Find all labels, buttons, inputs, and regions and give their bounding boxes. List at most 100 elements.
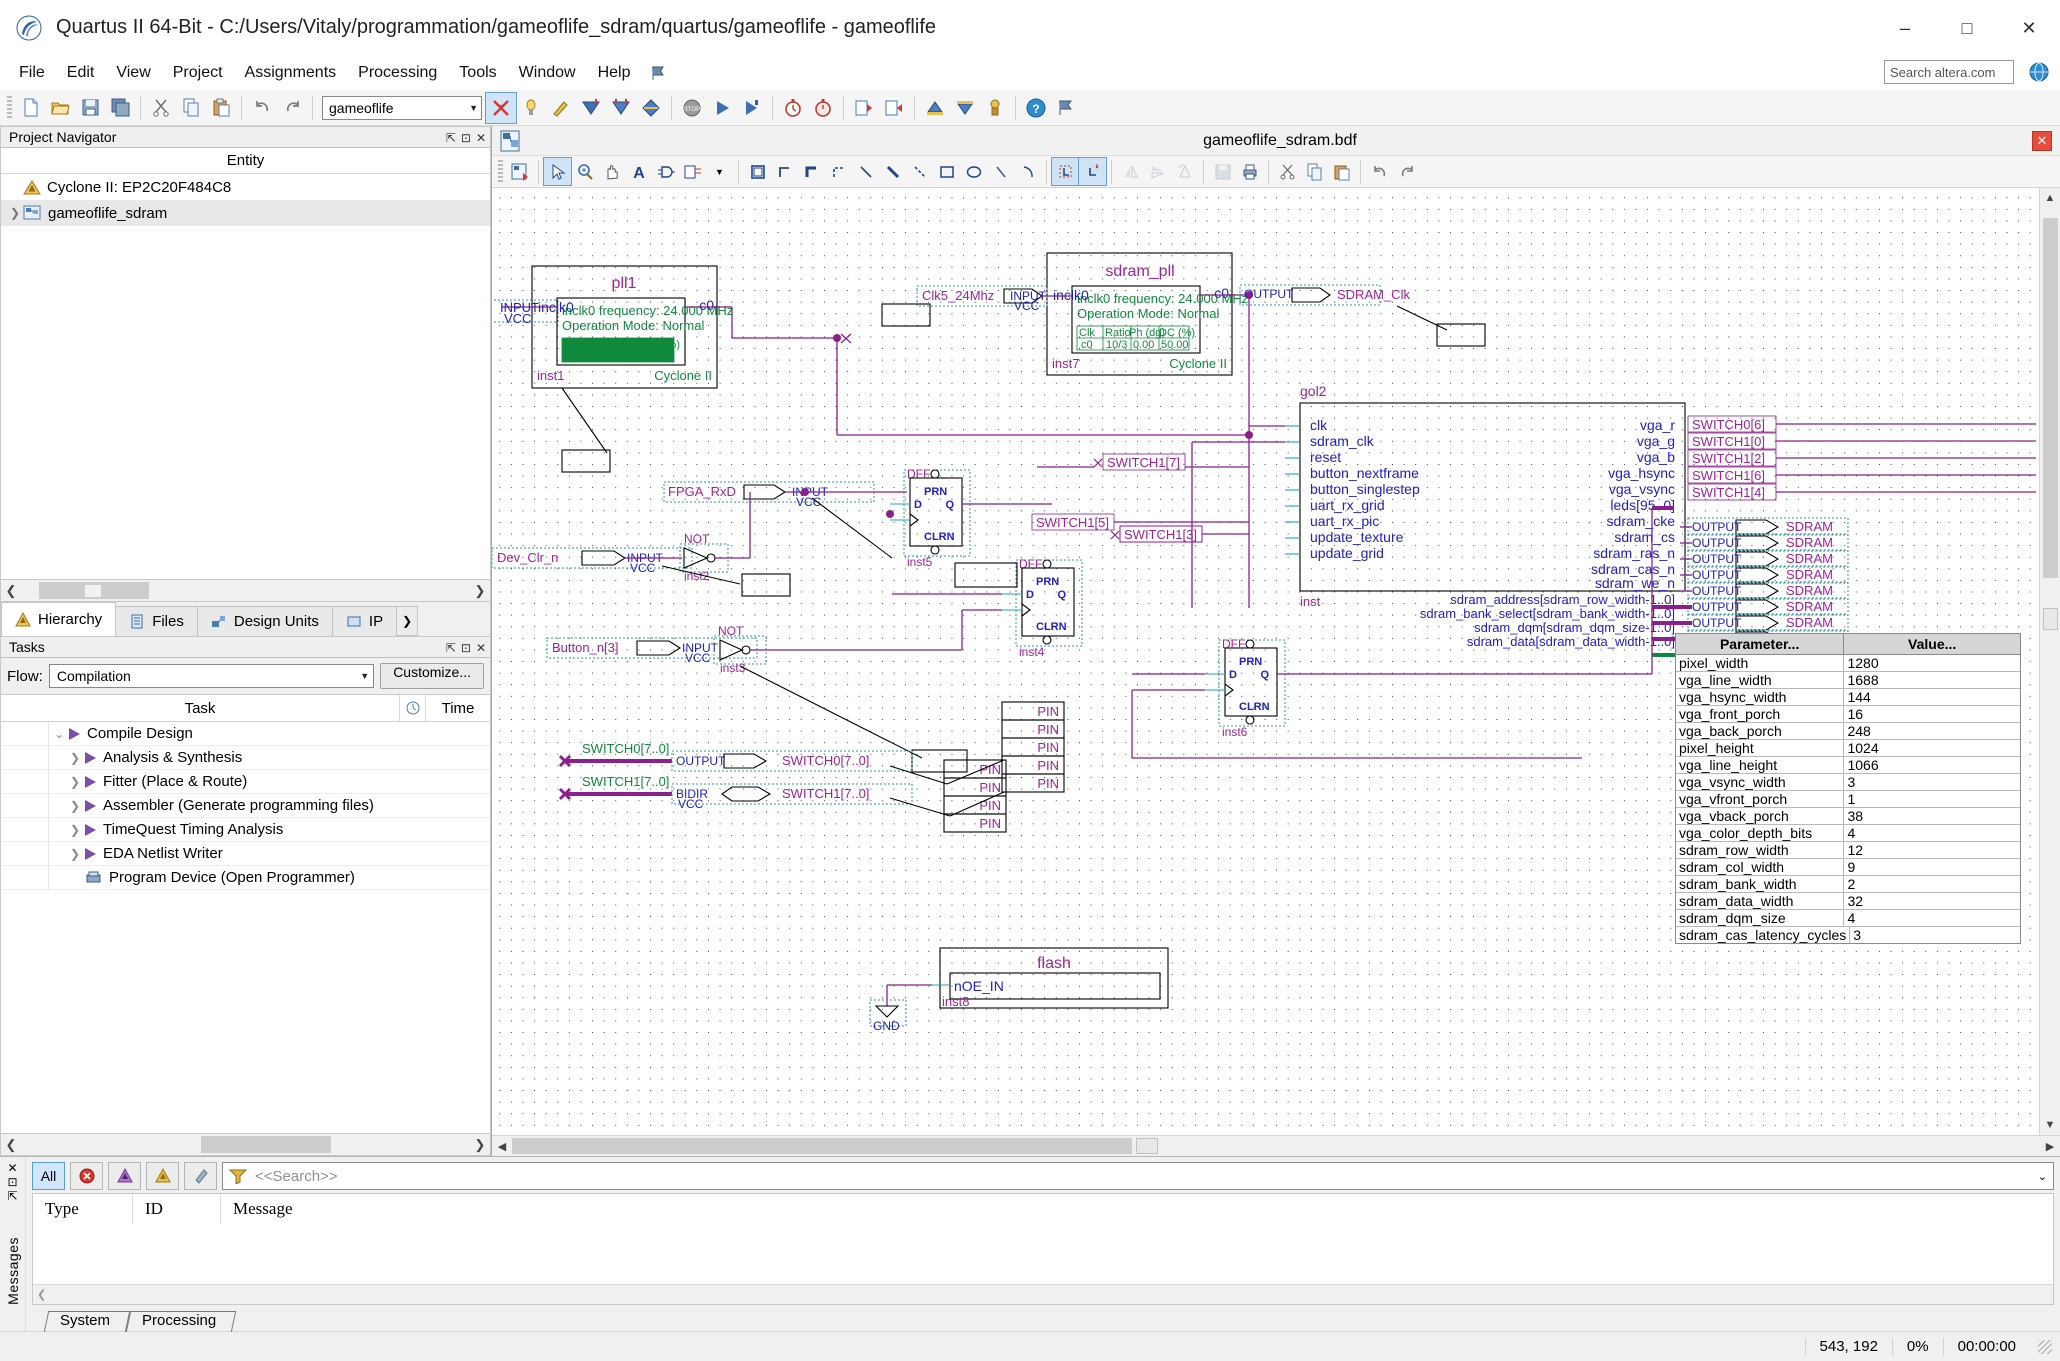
expand-chevron-right-icon[interactable]: ❯ bbox=[65, 775, 85, 789]
menu-assignments[interactable]: Assignments bbox=[234, 60, 348, 86]
scroll-up-icon[interactable]: ▲ bbox=[2040, 188, 2060, 208]
document-tab-title[interactable]: gameoflife_sdram.bdf bbox=[528, 132, 2032, 150]
task-row-timequest[interactable]: ❯ TimeQuest Timing Analysis bbox=[1, 818, 490, 842]
expand-chevron-right-icon[interactable]: ❯ bbox=[65, 847, 85, 861]
fitter-button[interactable] bbox=[636, 93, 666, 123]
table-row[interactable]: sdram_col_width 9 bbox=[1676, 859, 2020, 876]
menu-help[interactable]: Help bbox=[587, 60, 642, 86]
print-button[interactable] bbox=[1236, 158, 1263, 185]
pin-icon[interactable]: ⇱ bbox=[446, 131, 456, 145]
flag-icon[interactable] bbox=[649, 64, 667, 82]
close-panel-icon[interactable]: ✕ bbox=[476, 641, 486, 655]
table-row[interactable]: vga_line_width 1688 bbox=[1676, 672, 2020, 689]
block-tool-button[interactable] bbox=[679, 158, 706, 185]
symbol-tool-button[interactable] bbox=[652, 158, 679, 185]
close-button[interactable]: ✕ bbox=[1998, 0, 2060, 56]
scroll-left-icon[interactable]: ❮ bbox=[1, 583, 21, 599]
close-document-button[interactable]: ✕ bbox=[2032, 130, 2052, 151]
menu-project[interactable]: Project bbox=[162, 60, 234, 86]
partial-select-button[interactable] bbox=[1051, 157, 1080, 186]
open-block-editor-button[interactable] bbox=[506, 158, 533, 185]
arc-tool-button[interactable] bbox=[1014, 158, 1041, 185]
task-row-assembler[interactable]: ❯ Assembler (Generate programming files) bbox=[1, 794, 490, 818]
timequest-button[interactable] bbox=[808, 93, 838, 123]
play-icon[interactable] bbox=[85, 775, 96, 788]
find-node-button[interactable] bbox=[1078, 157, 1107, 186]
menu-edit[interactable]: Edit bbox=[56, 60, 106, 86]
tab-files[interactable]: Files bbox=[115, 606, 198, 636]
expand-chevron-down-icon[interactable]: ⌄ bbox=[49, 727, 69, 741]
start-compilation-2-button[interactable] bbox=[606, 93, 636, 123]
scroll-right-icon[interactable]: ❯ bbox=[470, 583, 490, 599]
pin-planner-button[interactable] bbox=[879, 93, 909, 123]
maximize-panel-icon[interactable]: ⊡ bbox=[461, 131, 471, 145]
table-row[interactable]: vga_line_height 1066 bbox=[1676, 757, 2020, 774]
expand-chevron-right-icon[interactable]: ❯ bbox=[65, 751, 85, 765]
redo-schematic-button[interactable] bbox=[1393, 158, 1420, 185]
scroll-track[interactable] bbox=[21, 580, 470, 601]
table-row[interactable]: vga_back_porch 248 bbox=[1676, 723, 2020, 740]
project-revision-combo[interactable]: gameoflife ▼ bbox=[322, 95, 482, 120]
scroll-thumb[interactable] bbox=[39, 582, 149, 599]
orthogonal-conduit-tool-button[interactable] bbox=[825, 158, 852, 185]
stop-processing-button[interactable]: STOP bbox=[677, 93, 707, 123]
tabs-next-button[interactable]: ❯ bbox=[396, 606, 419, 636]
pin-icon[interactable]: ⇱ bbox=[446, 641, 456, 655]
scroll-right-icon[interactable]: ❯ bbox=[470, 1137, 490, 1153]
cut-schematic-button[interactable] bbox=[1274, 158, 1301, 185]
filter-all-button[interactable]: All bbox=[32, 1162, 65, 1190]
task-row-analysis-synthesis[interactable]: ❯ Analysis & Synthesis bbox=[1, 746, 490, 770]
navigator-hscrollbar[interactable]: ❮ ❯ bbox=[0, 580, 491, 602]
tab-processing[interactable]: Processing bbox=[128, 1311, 232, 1331]
play-icon[interactable] bbox=[85, 751, 96, 764]
copy-button[interactable] bbox=[176, 93, 206, 123]
rubberbanding-button[interactable] bbox=[744, 158, 771, 185]
customize-button[interactable]: Customize... bbox=[380, 663, 484, 689]
vscroll-thumb[interactable] bbox=[2043, 218, 2058, 578]
table-row[interactable]: sdram_dqm_size 4 bbox=[1676, 910, 2020, 927]
tasks-hscrollbar[interactable]: ❮ ❯ bbox=[0, 1134, 491, 1156]
device-button[interactable] bbox=[980, 93, 1010, 123]
tree-row-device[interactable]: Cyclone II: EP2C20F484C8 bbox=[1, 174, 490, 200]
col-id[interactable]: ID bbox=[133, 1194, 221, 1224]
tab-system[interactable]: System bbox=[46, 1311, 126, 1331]
zoom-tool-button[interactable] bbox=[571, 158, 598, 185]
hscroll-track[interactable] bbox=[512, 1136, 2040, 1156]
table-row[interactable]: pixel_width 1280 bbox=[1676, 655, 2020, 672]
scroll-left-icon[interactable]: ❮ bbox=[1, 1137, 21, 1153]
oval-tool-button[interactable] bbox=[960, 158, 987, 185]
tab-design-units[interactable]: Design Units bbox=[196, 606, 333, 636]
diagonal-node-tool-button[interactable] bbox=[852, 158, 879, 185]
help-globe-icon[interactable] bbox=[2028, 61, 2050, 83]
scroll-right-icon[interactable]: ▶ bbox=[2040, 1140, 2060, 1153]
assignment-editor-button[interactable] bbox=[849, 93, 879, 123]
save-all-button[interactable] bbox=[105, 93, 135, 123]
table-row[interactable]: sdram_row_width 12 bbox=[1676, 842, 2020, 859]
simulation-run-button[interactable] bbox=[707, 93, 737, 123]
canvas-hscrollbar[interactable]: ◀ ▶ bbox=[492, 1135, 2060, 1156]
table-row[interactable]: sdram_data_width 32 bbox=[1676, 893, 2020, 910]
filter-error-button[interactable] bbox=[70, 1162, 103, 1190]
feedback-button[interactable] bbox=[1051, 93, 1081, 123]
scroll-left-icon[interactable]: ◀ bbox=[492, 1140, 512, 1153]
task-row-fitter[interactable]: ❯ Fitter (Place & Route) bbox=[1, 770, 490, 794]
hscroll-nub[interactable] bbox=[1136, 1138, 1158, 1154]
play-icon[interactable] bbox=[85, 823, 96, 836]
paste-schematic-button[interactable] bbox=[1328, 158, 1355, 185]
table-row[interactable]: vga_color_depth_bits 4 bbox=[1676, 825, 2020, 842]
chevron-down-icon[interactable]: ▼ bbox=[706, 158, 733, 185]
expand-chevron-right-icon[interactable]: ❯ bbox=[65, 799, 85, 813]
start-compilation-button[interactable] bbox=[576, 93, 606, 123]
expand-chevron-right-icon[interactable]: ❯ bbox=[65, 823, 85, 837]
redo-button[interactable] bbox=[277, 93, 307, 123]
timing-analyzer-button[interactable] bbox=[778, 93, 808, 123]
undo-button[interactable] bbox=[247, 93, 277, 123]
float-messages-icon[interactable]: ⊡ bbox=[7, 1175, 17, 1189]
copy-schematic-button[interactable] bbox=[1301, 158, 1328, 185]
tab-hierarchy[interactable]: Hierarchy bbox=[1, 602, 117, 636]
scroll-down-icon[interactable]: ▼ bbox=[2040, 1115, 2060, 1135]
line-tool-button[interactable] bbox=[987, 158, 1014, 185]
tab-ip[interactable]: IP bbox=[331, 606, 398, 636]
maximize-button[interactable]: □ bbox=[1936, 0, 1998, 56]
table-row[interactable]: vga_vsync_width 3 bbox=[1676, 774, 2020, 791]
